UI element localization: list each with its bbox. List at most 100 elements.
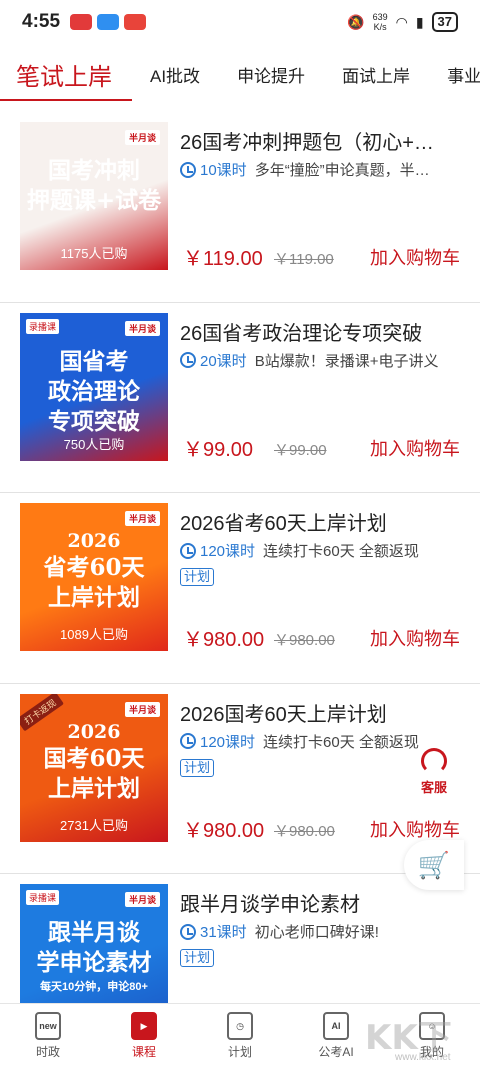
course-price: ￥99.00: [183, 438, 254, 461]
cover-title-line: 上岸计划: [48, 584, 140, 611]
app-notification-icon: [70, 14, 93, 30]
customer-service-label: 客服: [420, 780, 447, 795]
course-title[interactable]: 2026国考60天上岸计划: [180, 698, 465, 727]
course-title[interactable]: 跟半月谈学申论素材: [180, 888, 465, 917]
lesson-count: 31课时: [200, 924, 247, 941]
tab-ai-grading[interactable]: AI批改: [150, 62, 200, 87]
shopping-cart-button[interactable]: 🛒: [404, 840, 464, 890]
nav-news[interactable]: new 时政: [0, 1004, 96, 1066]
original-price: ￥119.00: [274, 251, 334, 268]
clock-icon: [180, 352, 196, 368]
course-description: 连续打卡60天 全额返现: [263, 543, 419, 560]
clock-icon: [180, 923, 196, 940]
nav-label: 时政: [35, 1045, 60, 1059]
course-description: 连续打卡60天 全额返现: [263, 733, 419, 751]
cover-title-line: 国考60天: [43, 744, 145, 772]
brand-logo: 半月谈: [124, 701, 160, 717]
add-to-cart-button[interactable]: 加入购物车: [370, 244, 460, 270]
tab-public-institution[interactable]: 事业: [447, 62, 480, 87]
cover-subtitle: 每天10分钟，申论80+: [40, 981, 148, 993]
brand-logo: 半月谈: [124, 130, 160, 145]
sold-count: 750人已购: [63, 436, 125, 452]
course-price: ￥980.00: [183, 629, 265, 651]
nav-courses[interactable]: ▶ 课程: [96, 1004, 192, 1066]
sim-icon: ▮: [415, 13, 424, 30]
watermark-logo: www.kkx.net: [395, 1052, 451, 1063]
nav-label: 课程: [131, 1045, 156, 1059]
course-meta: 31课时 初心老师口碑好课!: [180, 921, 465, 942]
cover-title-line: 国省考: [59, 347, 129, 375]
cover-title: 省考60天上岸计划: [20, 553, 168, 613]
plan-badge: 计划: [180, 949, 215, 967]
wifi-icon: ◠: [395, 13, 408, 30]
news-icon: new: [35, 1012, 61, 1040]
cover-title-line: 跟半月谈: [48, 919, 140, 946]
cover-title-line: 专项突破: [48, 407, 140, 435]
cover-title-line: 上岸计划: [48, 774, 140, 802]
course-list: 半月谈 国考冲刺 押题课+试卷 1175人已购 26国考冲刺押题包（初心+… 10…: [0, 112, 480, 1065]
battery-icon: 37: [431, 12, 458, 32]
course-cover[interactable]: 半月谈 打卡返现 2026 国考60天 上岸计划 2731人已购: [20, 693, 168, 842]
net-speed: 639 K/s: [372, 12, 388, 32]
customer-service-button[interactable]: 客服: [412, 748, 456, 796]
status-indicators: 🔕 639 K/s ◠ ▮ 37: [347, 12, 458, 32]
cover-title-line: 政治理论: [48, 377, 140, 405]
original-price: ￥980.00: [274, 632, 335, 649]
status-time: 4:55: [22, 11, 61, 32]
cover-title: 跟半月谈 学申论素材: [20, 918, 168, 978]
add-to-cart-button[interactable]: 加入购物车: [370, 435, 460, 461]
lesson-count: 120课时: [200, 733, 256, 751]
cover-title-line: 学申论素材: [36, 949, 152, 976]
brand-logo: 半月谈: [124, 892, 160, 907]
course-description: 多年“撞脸”申论真题，半…: [254, 162, 430, 179]
active-tab-indicator: [0, 99, 132, 101]
category-tabs: 笔试上岸 AI批改 申论提升 面试上岸 事业: [0, 48, 480, 100]
lesson-count: 120课时: [200, 543, 256, 560]
brand-logo: 半月谈: [124, 320, 160, 336]
course-title[interactable]: 26国考冲刺押题包（初心+…: [180, 126, 465, 155]
course-icon: ▶: [131, 1012, 157, 1040]
course-card[interactable]: 半月谈 2026 省考60天 上岸计划 1089人已购 2026省考60天上岸计划…: [0, 493, 480, 684]
course-meta: 20课时 B站爆款！录播课+电子讲义: [180, 350, 465, 371]
cart-icon: 🛒: [417, 849, 451, 880]
course-cover[interactable]: 半月谈 国考冲刺 押题课+试卷 1175人已购: [20, 122, 168, 270]
brand-logo: 半月谈: [124, 511, 160, 526]
add-to-cart-button[interactable]: 加入购物车: [370, 816, 460, 842]
course-card[interactable]: 半月谈 录播课 国省考 政治理论 专项突破 750人已购 26国省考政治理论专项突破…: [0, 303, 480, 493]
cover-title-line: 省考60天: [43, 554, 145, 581]
cover-title: 国考冲刺 押题课+试卷: [20, 156, 168, 216]
nav-label: 公考AI: [318, 1045, 354, 1059]
add-to-cart-button[interactable]: 加入购物车: [370, 625, 460, 651]
status-bar: 4:55 🔕 639 K/s ◠ ▮ 37: [0, 0, 480, 44]
course-title[interactable]: 26国省考政治理论专项突破: [180, 317, 465, 346]
sold-count: 2731人已购: [60, 817, 128, 833]
course-description: 初心老师口碑好课!: [254, 924, 379, 941]
plan-icon: ◷: [227, 1012, 253, 1040]
clock-icon: [180, 733, 196, 749]
app-notification-icon: [124, 14, 147, 30]
cover-title-line: 押题课+试卷: [26, 187, 162, 214]
clock-icon: [180, 161, 196, 178]
clock-icon: [180, 542, 196, 559]
cover-tag: 录播课: [26, 318, 60, 334]
tab-essay-improvement[interactable]: 申论提升: [237, 62, 305, 87]
course-cover[interactable]: 半月谈 录播课 国省考 政治理论 专项突破 750人已购: [20, 312, 168, 461]
nav-label: 计划: [227, 1045, 252, 1059]
app-notification-icon: [97, 14, 120, 30]
cover-year: 2026: [67, 530, 121, 552]
mute-icon: 🔕: [347, 13, 365, 30]
course-price: ￥980.00: [183, 819, 265, 842]
course-title[interactable]: 2026省考60天上岸计划: [180, 507, 465, 536]
course-card[interactable]: 半月谈 打卡返现 2026 国考60天 上岸计划 2731人已购 2026国考60…: [0, 684, 480, 874]
ai-icon: AI: [323, 1012, 349, 1040]
cover-title: 国省考 政治理论 专项突破: [20, 347, 168, 437]
tab-interview[interactable]: 面试上岸: [342, 62, 410, 87]
nav-plan[interactable]: ◷ 计划: [192, 1004, 288, 1066]
course-cover[interactable]: 半月谈 2026 省考60天 上岸计划 1089人已购: [20, 503, 168, 651]
headset-icon: [421, 748, 447, 774]
original-price: ￥99.00: [274, 441, 327, 459]
course-card[interactable]: 半月谈 国考冲刺 押题课+试卷 1175人已购 26国考冲刺押题包（初心+… 10…: [0, 112, 480, 303]
course-meta: 120课时 连续打卡60天 全额返现: [180, 540, 465, 561]
tab-written-exam[interactable]: 笔试上岸: [16, 57, 112, 92]
cover-year: 2026: [67, 720, 121, 743]
